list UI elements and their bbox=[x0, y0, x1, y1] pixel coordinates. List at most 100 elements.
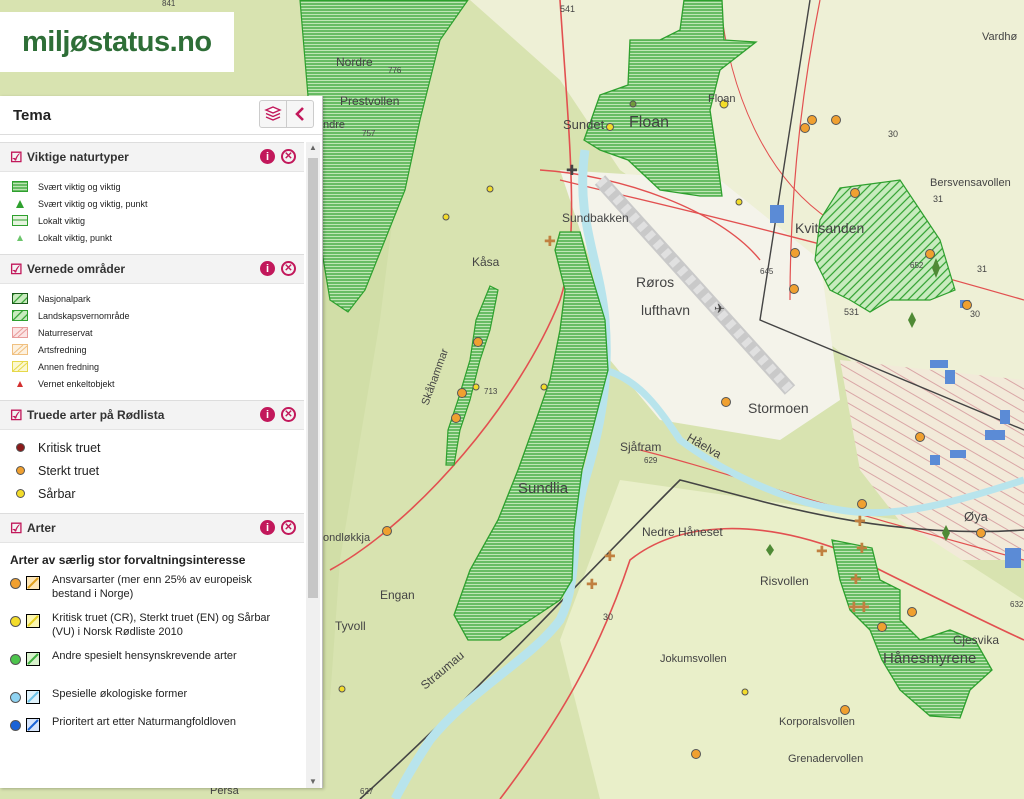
map-road-30a: 30 bbox=[888, 129, 898, 139]
section-arter: ☑ Arter i ✕ Arter av særlig stor forvalt… bbox=[0, 513, 304, 753]
info-icon[interactable]: i bbox=[260, 520, 275, 535]
legend-item: Andre spesielt hensynskrevende arter bbox=[0, 649, 304, 687]
info-icon[interactable]: i bbox=[260, 261, 275, 276]
legend-item: Landskapsvernområde bbox=[10, 307, 304, 324]
scroll-down-icon[interactable]: ▼ bbox=[306, 776, 320, 788]
checkbox-checked-icon[interactable]: ☑ bbox=[10, 521, 23, 535]
close-icon[interactable]: ✕ bbox=[281, 407, 296, 422]
map-label-floan: Floan bbox=[629, 114, 669, 131]
section-title: Vernede områder bbox=[27, 262, 126, 276]
legend-label: Lokalt viktig bbox=[38, 215, 86, 226]
legend-label: Vernet enkeltobjekt bbox=[38, 378, 115, 389]
svg-text:✚: ✚ bbox=[816, 543, 828, 559]
map-label-hanesmyrene: Hånesmyrene bbox=[883, 650, 976, 667]
dot-icon bbox=[15, 489, 25, 498]
legend-label: Svært viktig og viktig, punkt bbox=[38, 198, 148, 209]
map-label-grenadervollen: Grenadervollen bbox=[788, 753, 863, 765]
section-subtitle: Arter av særlig stor forvaltningsinteres… bbox=[10, 553, 246, 567]
legend-label: Sterkt truet bbox=[38, 463, 100, 478]
section-title: Arter bbox=[27, 521, 56, 535]
map-road-30c: 30 bbox=[603, 612, 613, 622]
legend-item: Prioritert art etter Naturmangfoldloven bbox=[0, 715, 304, 753]
map-label-kasa: Kåsa bbox=[472, 255, 500, 269]
legend-item: Kritisk truet (CR), Sterkt truet (EN) og… bbox=[0, 611, 304, 649]
legend-label: Andre spesielt hensynskrevende arter bbox=[52, 650, 237, 662]
map-label-sundbakken: Sundbakken bbox=[562, 211, 629, 225]
map-label-prestvollen: Prestvollen bbox=[340, 94, 399, 108]
close-icon[interactable]: ✕ bbox=[281, 520, 296, 535]
legend-item: Naturreservat bbox=[10, 324, 304, 341]
map-label-ondlokkja: ondløkkja bbox=[323, 532, 371, 544]
svg-text:✚: ✚ bbox=[586, 576, 598, 592]
section-icons: i ✕ bbox=[260, 520, 296, 535]
svg-text:✚: ✚ bbox=[544, 233, 556, 249]
section-header: ☑ Arter i ✕ bbox=[0, 513, 304, 543]
dot-icon bbox=[10, 578, 21, 589]
panel-header: Tema bbox=[0, 96, 322, 135]
map-label-sjafram: Sjåfram bbox=[620, 440, 661, 454]
checkbox-checked-icon[interactable]: ☑ bbox=[10, 150, 23, 164]
legend-item: Svært viktig og viktig, punkt bbox=[10, 195, 304, 212]
panel-content[interactable]: ☑ Viktige naturtyper i ✕ Svært viktig og… bbox=[0, 142, 304, 788]
hatch-area-icon bbox=[12, 310, 28, 321]
map-label-nedre-haneset: Nedre Håneset bbox=[642, 525, 723, 539]
map-label-floan-small: Floan bbox=[708, 93, 736, 105]
map-elev-757: 757 bbox=[362, 129, 376, 138]
section-title: Truede arter på Rødlista bbox=[27, 408, 165, 422]
layers-button[interactable] bbox=[260, 101, 286, 127]
map-label-gjesvika: Gjesvika bbox=[953, 633, 999, 647]
legend-label: Lokalt viktig, punkt bbox=[38, 232, 113, 243]
chevron-left-icon bbox=[295, 107, 304, 121]
svg-text:✈: ✈ bbox=[714, 301, 725, 316]
logo-text: miljøstatus.no bbox=[22, 25, 212, 58]
map-road-31b: 31 bbox=[977, 264, 987, 274]
map-elev-627: 627 bbox=[360, 787, 374, 796]
square-hatch-icon bbox=[26, 614, 40, 628]
panel-scrollbar[interactable]: ▲ ▼ bbox=[306, 142, 320, 788]
checkbox-checked-icon[interactable]: ☑ bbox=[10, 408, 23, 422]
legend-label: Naturreservat bbox=[38, 327, 93, 338]
info-icon[interactable]: i bbox=[260, 149, 275, 164]
section-icons: i ✕ bbox=[260, 149, 296, 164]
map-elev-645: 645 bbox=[760, 267, 774, 276]
map-label-jokumsvollen: Jokumsvollen bbox=[660, 653, 727, 665]
legend-item: Nasjonalpark bbox=[10, 290, 304, 307]
legend-label: Landskapsvernområde bbox=[38, 310, 130, 321]
map-label-ndre: ndre bbox=[323, 119, 345, 131]
layers-icon bbox=[264, 106, 282, 121]
scrollbar-thumb[interactable] bbox=[308, 158, 318, 598]
map-road-30b: 30 bbox=[970, 309, 980, 319]
legend-item: Annen fredning bbox=[10, 358, 304, 375]
close-icon[interactable]: ✕ bbox=[281, 261, 296, 276]
map-road-31a: 31 bbox=[933, 194, 943, 204]
svg-text:✚: ✚ bbox=[858, 599, 870, 615]
collapse-panel-button[interactable] bbox=[286, 101, 313, 127]
legend-label: Prioritert art etter Naturmangfoldloven bbox=[52, 716, 237, 728]
section-vernede-omrader: ☑ Vernede områder i ✕ Nasjonalpark Lands… bbox=[0, 254, 304, 400]
map-label-sundlia: Sundlia bbox=[518, 480, 569, 497]
map-label-nordre: Nordre bbox=[336, 55, 373, 69]
map-label-korporalsvollen: Korporalsvollen bbox=[779, 716, 855, 728]
legend-item: Svært viktig og viktig bbox=[10, 178, 304, 195]
info-icon[interactable]: i bbox=[260, 407, 275, 422]
legend-label: Ansvarsarter (mer enn 25% av europeisk b… bbox=[52, 574, 252, 600]
close-icon[interactable]: ✕ bbox=[281, 149, 296, 164]
map-elev-652: 652 bbox=[910, 261, 924, 270]
map-label-engan: Engan bbox=[380, 588, 415, 602]
dot-icon bbox=[15, 443, 25, 452]
svg-text:✚: ✚ bbox=[566, 162, 578, 178]
svg-text:✚: ✚ bbox=[856, 540, 868, 556]
svg-text:✚: ✚ bbox=[604, 548, 616, 564]
legend-item: Lokalt viktig bbox=[10, 212, 304, 229]
map-label-vardho: Vardhø bbox=[982, 31, 1018, 43]
checkbox-checked-icon[interactable]: ☑ bbox=[10, 262, 23, 276]
logo[interactable]: miljøstatus.no bbox=[0, 12, 234, 72]
dot-icon bbox=[15, 466, 25, 475]
tema-panel: Tema ☑ Viktige naturtyper i ✕ Svært vikt… bbox=[0, 96, 323, 788]
triangle-icon bbox=[16, 199, 24, 208]
legend-label: Artsfredning bbox=[38, 344, 87, 355]
scroll-up-icon[interactable]: ▲ bbox=[306, 142, 320, 154]
legend-item: Spesielle økologiske former bbox=[0, 687, 304, 715]
section-viktige-naturtyper: ☑ Viktige naturtyper i ✕ Svært viktig og… bbox=[0, 142, 304, 254]
hatch-area-icon bbox=[12, 361, 28, 372]
